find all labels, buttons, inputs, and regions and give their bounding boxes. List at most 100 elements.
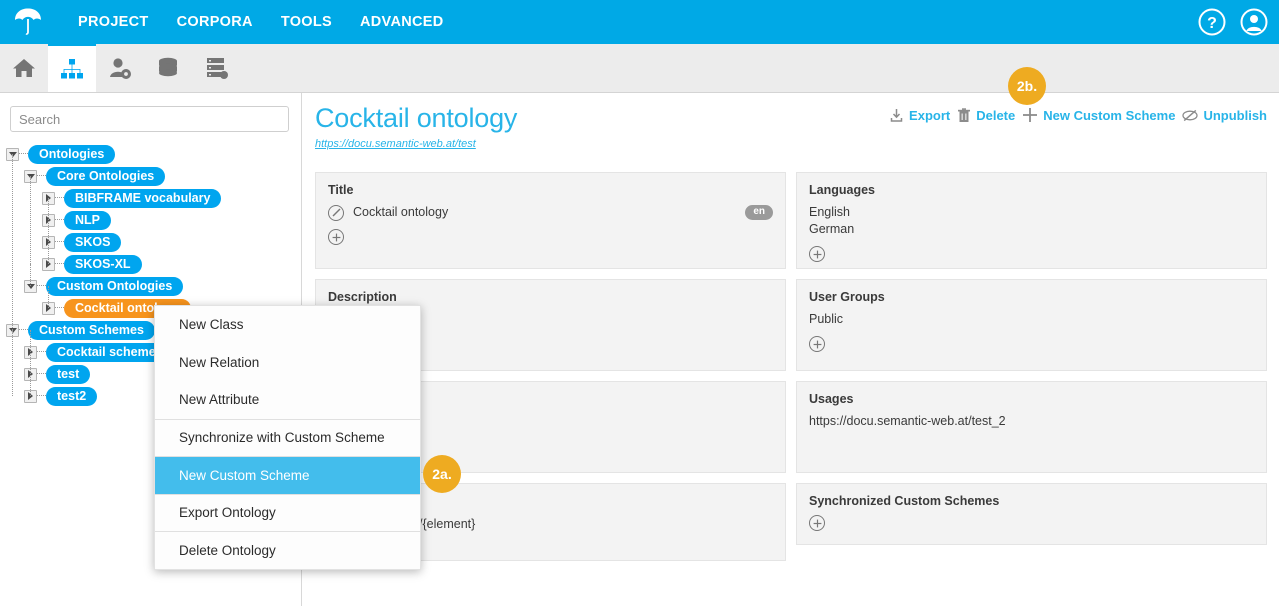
tree-node-skos[interactable]: SKOS [64,232,122,252]
tree-node-ontologies[interactable]: Ontologies [28,144,116,164]
synchronized-add-row [809,515,1254,531]
tree-node-skos-xl[interactable]: SKOS-XL [64,254,142,274]
right-card-column: Languages English German User Groups Pub… [796,172,1267,561]
new-custom-scheme-label: New Custom Scheme [1043,107,1176,123]
tree-guide-line [30,176,31,264]
tree-node-row: Custom Ontologies [0,275,301,297]
search-input[interactable] [10,106,289,132]
tree-connector [55,219,64,221]
home-icon[interactable] [0,44,48,92]
tree-guide-line [30,330,31,396]
trash-icon [957,107,971,123]
tree-node-custom-schemes[interactable]: Custom Schemes [28,320,155,340]
user-groups-card: User Groups Public [796,279,1267,371]
tree-guide-line [30,264,31,286]
user-groups-card-header: User Groups [809,290,885,304]
context-menu-item-new-class[interactable]: New Class [155,306,420,344]
tree-connector [37,395,46,397]
title-card: Title Cocktail ontology en [315,172,786,269]
synchronized-custom-schemes-card: Synchronized Custom Schemes [796,483,1267,545]
tree-node-row: NLP [0,209,301,231]
context-menu-item-new-relation[interactable]: New Relation [155,344,420,382]
tree-connector [55,241,64,243]
tree-node-row: BIBFRAME vocabulary [0,187,301,209]
tree-node-row: Ontologies [0,143,301,165]
usages-value: https://docu.semantic-web.at/test_2 [809,414,1006,428]
tree-guide-line [48,198,49,264]
step-badge-2a: 2a. [423,455,461,493]
synchronized-custom-schemes-header: Synchronized Custom Schemes [809,494,1000,508]
add-circle-icon[interactable] [809,336,825,352]
module-icon-bar [0,44,1279,93]
page-action-toolbar: Export Delete New Custom Scheme Unpublis… [889,107,1267,123]
tree-connector [37,351,46,353]
top-nav-items: PROJECT CORPORA TOOLS ADVANCED [64,0,458,44]
unpublish-crossed-icon [1182,108,1199,123]
database-icon[interactable] [144,44,192,92]
context-menu-item-delete-ontology[interactable]: Delete Ontology [155,531,420,569]
detail-cards: Title Cocktail ontology en Description L… [315,172,1267,561]
add-circle-icon[interactable] [809,246,825,262]
tree-guide-line [48,286,49,308]
languages-value-german: German [809,222,855,236]
add-circle-icon[interactable] [328,229,344,245]
tree-node-row: SKOS [0,231,301,253]
server-icon[interactable] [192,44,240,92]
unpublish-button[interactable]: Unpublish [1182,108,1267,123]
export-button[interactable]: Export [889,108,950,123]
tree-node-nlp[interactable]: NLP [64,210,111,230]
tree-connector [37,285,46,287]
tree-node-cocktail-scheme[interactable]: Cocktail scheme [46,342,167,362]
tree-connector [37,175,46,177]
tree-connector [19,329,28,331]
umbrella-logo-icon[interactable] [0,0,56,44]
tree-node-row: Core Ontologies [0,165,301,187]
ontology-detail-pane: Cocktail ontology https://docu.semantic-… [303,93,1279,606]
page-title: Cocktail ontology [315,103,518,133]
new-custom-scheme-button[interactable]: New Custom Scheme [1022,107,1175,123]
page-uri-link[interactable]: https://docu.semantic-web.at/test [315,138,476,150]
title-card-value: Cocktail ontology [353,205,449,219]
tree-connector [55,197,64,199]
tree-node-row: SKOS-XL [0,253,301,275]
add-circle-icon[interactable] [809,515,825,531]
title-card-header: Title [328,183,354,197]
help-circle-icon[interactable]: ? [1195,5,1229,39]
languages-card-header: Languages [809,183,875,197]
context-menu-item-export-ontology[interactable]: Export Ontology [155,493,420,532]
tree-connector [55,263,64,265]
title-add-row [328,229,773,245]
unpublish-label: Unpublish [1203,107,1267,123]
tree-node-test[interactable]: test [46,364,91,384]
delete-button[interactable]: Delete [957,108,1015,123]
tree-node-core-ontologies[interactable]: Core Ontologies [46,166,166,186]
top-bar-right-actions: ? [1195,0,1271,44]
tree-connector [37,373,46,375]
plus-icon [1022,107,1038,123]
user-groups-value-public: Public [809,312,844,326]
nav-item-tools[interactable]: TOOLS [267,0,346,44]
context-menu-item-new-custom-scheme[interactable]: New Custom Scheme [155,456,420,494]
svg-text:?: ? [1207,15,1217,32]
context-menu-item-new-attribute[interactable]: New Attribute [155,381,420,419]
nav-item-project[interactable]: PROJECT [64,0,163,44]
languages-card: Languages English German [796,172,1267,269]
user-groups-add-row [809,336,1254,352]
user-circle-icon[interactable] [1237,5,1271,39]
ontology-hierarchy-icon[interactable] [48,44,96,92]
languages-value-english: English [809,205,850,219]
delete-label: Delete [976,107,1016,123]
edit-pencil-icon[interactable] [328,204,344,221]
nav-item-corpora[interactable]: CORPORA [163,0,267,44]
tree-node-custom-ontologies[interactable]: Custom Ontologies [46,276,184,296]
tree-connector [55,307,64,309]
nav-item-advanced[interactable]: ADVANCED [346,0,458,44]
tree-node-bibframe-vocabulary[interactable]: BIBFRAME vocabulary [64,188,222,208]
export-download-icon [889,108,904,123]
title-value-row: Cocktail ontology en [328,204,773,221]
user-settings-icon[interactable] [96,44,144,92]
context-menu-item-synchronize-with-custom-scheme[interactable]: Synchronize with Custom Scheme [155,418,420,457]
tree-node-test2[interactable]: test2 [46,386,98,406]
ontology-context-menu: New Class New Relation New Attribute Synchr… [154,305,421,570]
description-card-header: Description [328,290,397,304]
